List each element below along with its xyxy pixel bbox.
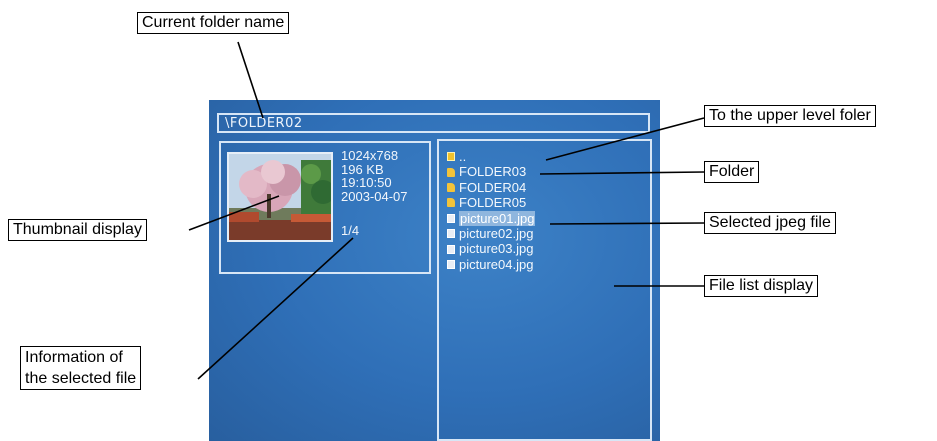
file-name: picture04.jpg — [459, 256, 534, 272]
info-size: 196 KB — [341, 161, 384, 177]
current-folder-name: \FOLDER02 — [225, 116, 303, 131]
list-item-file[interactable]: picture02.jpg — [447, 226, 535, 241]
folder-icon — [447, 198, 455, 208]
file-name: picture01.jpg — [459, 210, 536, 226]
info-resolution: 1024x768 — [341, 148, 399, 163]
callout-folder: Folder — [704, 161, 760, 183]
file-info: 1024x768 196 KB 19:10:50 2003-04-07 — [341, 149, 408, 203]
file-list: .. FOLDER03 FOLDER04 FOLDER05 picture01.… — [447, 149, 536, 272]
list-item-file[interactable]: picture04.jpg — [447, 257, 535, 272]
callout-upper-level-folder: To the upper level foler — [704, 105, 876, 127]
jpeg-file-icon — [447, 229, 455, 239]
callout-file-list-display: File list display — [704, 275, 819, 297]
up-folder-icon — [447, 152, 455, 162]
file-name: picture03.jpg — [459, 241, 534, 257]
folder-path-bar: \FOLDER02 — [217, 113, 650, 133]
folder-icon — [447, 182, 455, 192]
info-date: 2003-04-07 — [341, 188, 408, 204]
photo-viewer-screen: \FOLDER02 1024x768 196 KB 19:10:50 2003-… — [209, 100, 660, 441]
info-time: 19:10:50 — [341, 175, 392, 191]
list-item-up[interactable]: .. — [447, 149, 535, 164]
list-item-file-selected[interactable]: picture01.jpg — [447, 210, 536, 226]
list-item-file[interactable]: picture03.jpg — [447, 241, 535, 256]
file-list-panel: .. FOLDER03 FOLDER04 FOLDER05 picture01.… — [437, 139, 652, 441]
thumbnail-picture — [229, 154, 331, 240]
list-item-folder[interactable]: FOLDER05 — [447, 195, 535, 210]
folder-icon — [447, 167, 455, 177]
file-name: FOLDER03 — [459, 164, 527, 180]
file-name: .. — [459, 149, 467, 164]
file-name: FOLDER04 — [459, 179, 527, 195]
file-name: picture02.jpg — [459, 225, 534, 241]
file-name: FOLDER05 — [459, 195, 527, 211]
callout-selected-file-info: Information of the selected file — [20, 346, 142, 390]
callout-info-line1: Information of — [25, 349, 123, 366]
jpeg-file-icon — [447, 244, 455, 254]
jpeg-file-icon — [447, 259, 455, 269]
callout-thumbnail-display: Thumbnail display — [8, 219, 147, 241]
callout-selected-jpeg-file: Selected jpeg file — [704, 212, 836, 234]
list-item-folder[interactable]: FOLDER03 — [447, 164, 535, 179]
thumbnail-image — [227, 152, 333, 242]
callout-info-line2: the selected file — [25, 370, 137, 387]
info-page-counter: 1/4 — [341, 223, 360, 238]
jpeg-file-icon — [447, 213, 455, 223]
list-item-folder[interactable]: FOLDER04 — [447, 180, 535, 195]
file-info-panel: 1024x768 196 KB 19:10:50 2003-04-07 1/4 — [219, 141, 431, 274]
callout-current-folder-name: Current folder name — [137, 12, 290, 34]
